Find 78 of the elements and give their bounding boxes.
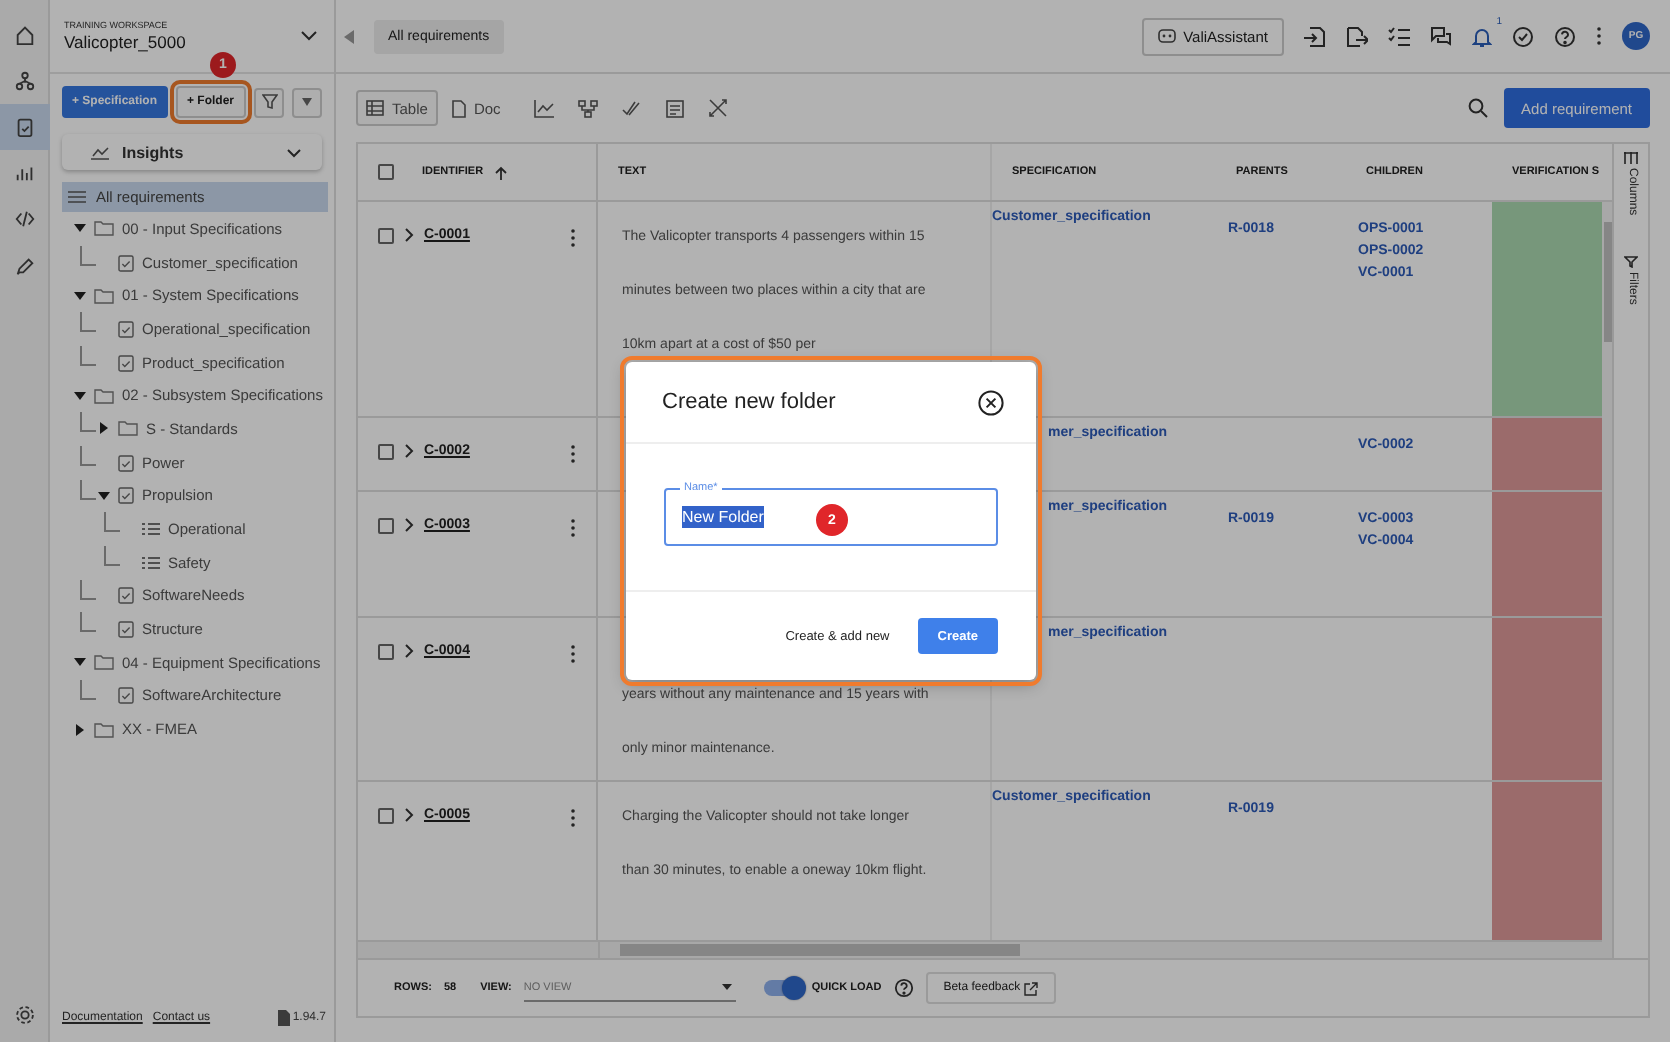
field-value: New Folder [682, 506, 764, 528]
clipboard-icon [118, 353, 134, 372]
help-icon[interactable] [893, 978, 914, 998]
kebab-menu-icon[interactable] [570, 228, 576, 248]
expand-toggle-icon[interactable] [98, 422, 110, 435]
clipboard-icon [118, 586, 134, 605]
search-icon[interactable] [1467, 98, 1488, 118]
kebab-menu-icon[interactable] [570, 444, 576, 464]
collapse-icon[interactable] [344, 29, 354, 43]
chart-icon[interactable] [534, 99, 555, 117]
hierarchy-icon[interactable] [578, 99, 599, 117]
export-icon[interactable] [1346, 25, 1368, 47]
menu-icon [68, 190, 86, 204]
caret-icon[interactable] [302, 98, 312, 106]
folder-icon [94, 721, 114, 738]
kebab-menu-icon[interactable] [570, 518, 576, 538]
clipboard-icon [118, 486, 134, 505]
settings-icon[interactable] [13, 1004, 35, 1026]
quick-load-toggle[interactable] [763, 980, 800, 996]
import-icon[interactable] [1304, 25, 1326, 47]
expand-row-icon[interactable] [404, 808, 414, 822]
row-checkbox[interactable] [378, 644, 394, 660]
chevron-down-icon[interactable] [286, 147, 302, 157]
expand-row-icon[interactable] [404, 228, 414, 242]
bell-icon[interactable] [1472, 25, 1492, 47]
close-icon[interactable] [978, 389, 1004, 415]
row-checkbox[interactable] [378, 808, 394, 824]
row-checkbox[interactable] [378, 518, 394, 534]
expand-row-icon[interactable] [404, 444, 414, 458]
clipboard-icon [118, 453, 134, 472]
caret-icon[interactable] [721, 984, 732, 990]
sort-up-icon[interactable] [493, 165, 508, 179]
columns-icon [1624, 152, 1638, 164]
folder-icon [94, 287, 114, 304]
row-checkbox[interactable] [378, 444, 394, 460]
list-icon [142, 555, 160, 570]
clipboard-icon[interactable] [0, 104, 49, 150]
clipboard-icon [118, 253, 134, 272]
list-icon [142, 522, 160, 537]
filter-icon[interactable] [261, 94, 277, 110]
expand-toggle-icon[interactable] [74, 656, 86, 669]
expand-toggle-icon[interactable] [74, 289, 86, 302]
expand-toggle-icon[interactable] [74, 222, 86, 235]
workspace-name: Valicopter_5000 [64, 32, 188, 52]
clipboard-icon [118, 319, 134, 338]
external-link-icon [1024, 981, 1039, 995]
tools-icon[interactable] [708, 98, 729, 118]
kebab-menu-icon[interactable] [570, 644, 576, 664]
robot-icon [1157, 28, 1176, 44]
select-all-checkbox[interactable] [378, 164, 394, 180]
table-icon [366, 100, 384, 116]
document-icon [278, 1010, 291, 1026]
row-checkbox[interactable] [378, 228, 394, 244]
chevron-down-icon[interactable] [300, 30, 318, 42]
help-icon[interactable] [1554, 25, 1576, 47]
check-circle-icon[interactable] [1512, 25, 1534, 47]
folder-icon [94, 220, 114, 237]
insights-dropdown[interactable]: Insights [62, 134, 322, 170]
expand-toggle-icon[interactable] [74, 389, 86, 402]
double-check-icon[interactable] [622, 99, 643, 117]
folder-icon [94, 654, 114, 671]
more-icon[interactable] [1596, 26, 1602, 46]
expand-row-icon[interactable] [404, 518, 414, 532]
filter-button[interactable] [254, 87, 284, 117]
clipboard-icon [118, 620, 134, 639]
trend-icon [90, 144, 110, 160]
more-button[interactable] [292, 87, 322, 117]
form-icon[interactable] [666, 99, 685, 117]
checklist-icon[interactable] [1388, 25, 1410, 47]
expand-toggle-icon[interactable] [74, 723, 86, 736]
kebab-menu-icon[interactable] [570, 808, 576, 828]
expand-row-icon[interactable] [404, 644, 414, 658]
filter-icon [1624, 256, 1638, 268]
document-icon [451, 99, 466, 117]
clipboard-icon [118, 686, 134, 705]
dialog-title: Create new folder [662, 390, 836, 414]
chat-icon[interactable] [1430, 25, 1452, 47]
expand-toggle-icon[interactable] [98, 489, 110, 502]
